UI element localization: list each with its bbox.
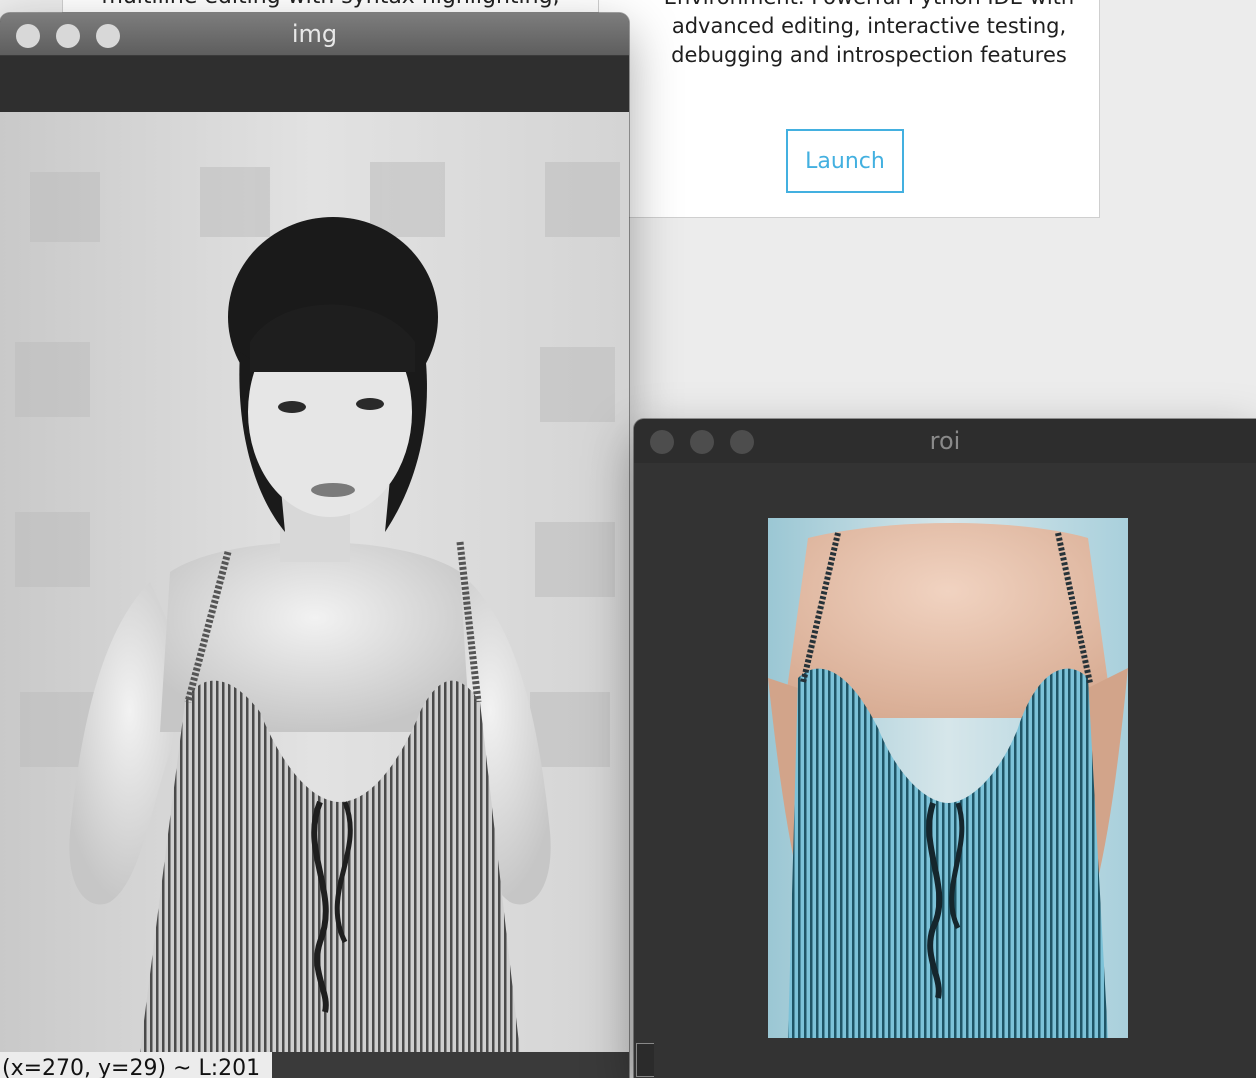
window-title: roi [929,427,961,455]
img-window-titlebar[interactable]: img [0,13,629,56]
toolbar-area [0,56,629,112]
resize-handle[interactable] [636,1043,654,1077]
minimize-icon[interactable] [690,430,714,454]
background-card-spyder: Environment. Powerful Python IDE with ad… [598,0,1100,218]
traffic-lights [16,24,120,48]
zoom-icon[interactable] [96,24,120,48]
cursor-readout: (x=270, y=29) ~ L:201 [0,1052,272,1078]
img-window: img (x=270, y=29) ~ L:201 [0,13,629,1078]
close-icon[interactable] [16,24,40,48]
zoom-icon[interactable] [730,430,754,454]
card-description-line-3: debugging and introspection features [671,43,1067,67]
roi-window-titlebar[interactable]: roi [634,419,1256,463]
close-icon[interactable] [650,430,674,454]
card-description: Environment. Powerful Python IDE with ad… [639,0,1099,70]
card-description-line-1: Environment. Powerful Python IDE with [639,0,1099,12]
roi-window: roi [634,419,1256,1078]
card-description-line-2: advanced editing, interactive testing, [671,14,1067,38]
grayscale-photo [0,112,629,1052]
minimize-icon[interactable] [56,24,80,48]
window-title: img [291,20,338,48]
launch-button[interactable]: Launch [786,129,904,193]
status-bar: (x=270, y=29) ~ L:201 [0,1052,629,1078]
background-card-left: multiline editing with syntax highlighti… [62,0,599,13]
card-description-cut: multiline editing with syntax highlighti… [63,0,598,9]
roi-photo [768,518,1128,1038]
traffic-lights [650,430,754,454]
